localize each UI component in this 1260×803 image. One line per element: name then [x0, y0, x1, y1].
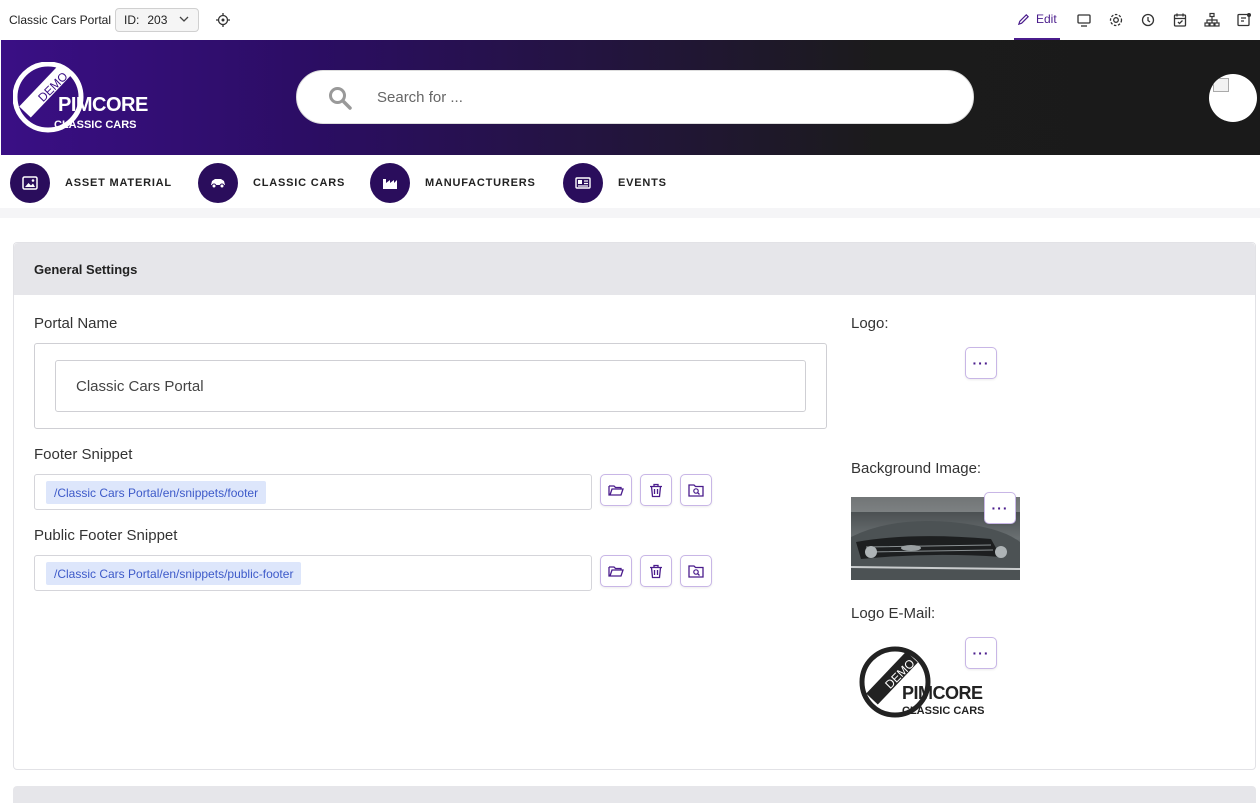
search-icon: [329, 87, 352, 110]
logo-sub: CLASSIC CARS: [54, 119, 137, 131]
sitemap-icon[interactable]: [1204, 12, 1220, 28]
public-footer-snippet-field[interactable]: /Classic Cars Portal/en/snippets/public-…: [34, 555, 592, 591]
newspaper-icon: [575, 177, 591, 189]
avatar[interactable]: [1209, 74, 1257, 122]
top-toolbar: Classic Cars Portal ID: 203 Edit: [0, 0, 1260, 40]
nav-item-events[interactable]: EVENTS: [563, 163, 667, 203]
main-nav: ASSET MATERIAL CLASSIC CARS MANUFACTURER…: [0, 155, 1260, 208]
portal-name-wrapper: Classic Cars Portal: [34, 343, 827, 429]
open-folder-button[interactable]: [600, 555, 632, 587]
logo-email-label: Logo E-Mail:: [851, 605, 936, 622]
delete-button[interactable]: [640, 474, 672, 506]
edit-tab[interactable]: Edit: [1014, 0, 1060, 40]
target-icon[interactable]: [215, 12, 231, 28]
folder-search-icon: [688, 565, 704, 578]
pencil-icon: [1017, 13, 1029, 25]
delete-button[interactable]: [640, 555, 672, 587]
history-icon[interactable]: [1140, 12, 1156, 28]
search-input[interactable]: Search for ...: [377, 89, 463, 106]
background-image-more-button[interactable]: ···: [984, 492, 1016, 524]
notes-icon[interactable]: [1236, 12, 1252, 28]
logo-brand: PIMCORE: [58, 94, 148, 116]
id-value: 203: [147, 13, 168, 27]
nav-item-manufacturers[interactable]: MANUFACTURERS: [370, 163, 536, 203]
preview-icon[interactable]: [1076, 12, 1092, 28]
folder-search-icon: [688, 484, 704, 497]
id-label: ID:: [124, 13, 140, 27]
car-icon: [211, 179, 225, 189]
panel-title: General Settings: [34, 262, 138, 277]
chevron-down-icon: [179, 16, 189, 22]
footer-snippet-field[interactable]: /Classic Cars Portal/en/snippets/footer: [34, 474, 592, 510]
broken-image-icon: [1213, 78, 1229, 92]
nav-label: ASSET MATERIAL: [65, 177, 172, 189]
image-icon: [22, 176, 38, 190]
nav-label: EVENTS: [618, 177, 667, 189]
schedule-icon[interactable]: [1172, 12, 1188, 28]
id-selector[interactable]: ID: 203: [115, 8, 199, 32]
document-title: Classic Cars Portal: [9, 13, 112, 27]
logo-label: Logo:: [851, 315, 889, 332]
pimcore-logo[interactable]: DEMO PIMCORE CLASSIC CARS: [12, 61, 148, 134]
logo-email-more-button[interactable]: ···: [965, 637, 997, 669]
next-panel-header[interactable]: [13, 786, 1256, 803]
trash-icon: [650, 483, 662, 497]
open-folder-button[interactable]: [600, 474, 632, 506]
public-footer-snippet-path[interactable]: /Classic Cars Portal/en/snippets/public-…: [46, 562, 302, 585]
site-header: DEMO PIMCORE CLASSIC CARS Search for ...: [1, 40, 1260, 155]
portal-name-label: Portal Name: [34, 315, 118, 332]
section-divider: [0, 208, 1260, 218]
nav-item-asset-material[interactable]: ASSET MATERIAL: [10, 163, 172, 203]
footer-snippet-label: Footer Snippet: [34, 446, 133, 463]
folder-open-icon: [608, 566, 624, 577]
nav-item-classic-cars[interactable]: CLASSIC CARS: [198, 163, 345, 203]
search-folder-button[interactable]: [680, 474, 712, 506]
nav-label: CLASSIC CARS: [253, 177, 346, 189]
search-bar[interactable]: Search for ...: [296, 70, 974, 124]
background-image-label: Background Image:: [851, 460, 982, 477]
email-logo-sub: CLASSIC CARS: [902, 705, 985, 717]
nav-label: MANUFACTURERS: [425, 177, 536, 189]
email-logo-brand: PIMCORE: [902, 683, 983, 703]
portal-name-input[interactable]: Classic Cars Portal: [55, 360, 806, 412]
panel-header[interactable]: General Settings: [14, 243, 1255, 295]
trash-icon: [650, 564, 662, 578]
edit-label: Edit: [1036, 12, 1057, 26]
footer-snippet-path[interactable]: /Classic Cars Portal/en/snippets/footer: [46, 481, 267, 504]
folder-open-icon: [608, 485, 624, 496]
gear-icon[interactable]: [1108, 12, 1124, 28]
factory-icon: [383, 179, 397, 189]
search-folder-button[interactable]: [680, 555, 712, 587]
public-footer-snippet-label: Public Footer Snippet: [34, 527, 178, 544]
logo-more-button[interactable]: ···: [965, 347, 997, 379]
